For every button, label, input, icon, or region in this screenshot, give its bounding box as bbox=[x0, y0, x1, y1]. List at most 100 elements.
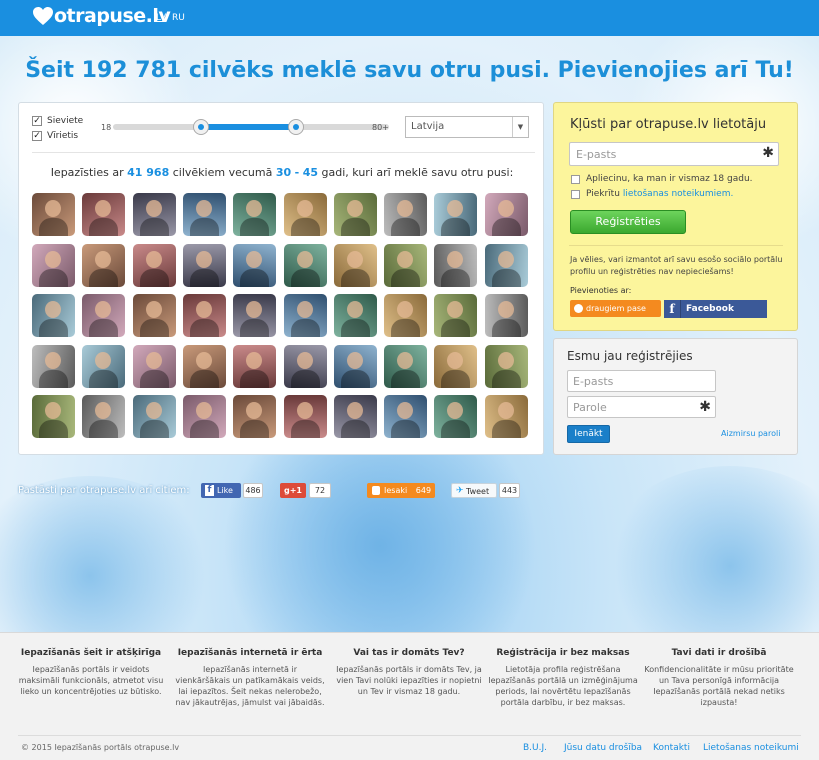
login-password-field[interactable]: Parole ✱ bbox=[567, 396, 716, 418]
profile-photo[interactable] bbox=[233, 395, 277, 438]
facebook-login-button[interactable]: f Facebook bbox=[664, 300, 767, 318]
profile-photo[interactable] bbox=[132, 243, 176, 287]
profile-photo[interactable] bbox=[333, 395, 377, 438]
profile-photo[interactable] bbox=[283, 243, 327, 287]
profile-photo[interactable] bbox=[182, 294, 226, 337]
fb-like-button[interactable]: f Like bbox=[201, 483, 241, 498]
forgot-password-link[interactable]: Aizmirsu paroli bbox=[721, 429, 780, 438]
age-confirm-checkbox[interactable]: Apliecinu, ka man ir vismaz 18 gadu. bbox=[571, 174, 753, 184]
login-box: Esmu jau reģistrējies E-pasts Parole ✱ I… bbox=[553, 338, 798, 455]
profile-photo[interactable] bbox=[484, 243, 528, 287]
profile-photo[interactable] bbox=[233, 243, 277, 287]
terms-link[interactable]: lietošanas noteikumiem. bbox=[623, 189, 733, 199]
footer-link-terms[interactable]: Lietošanas noteikumi bbox=[703, 743, 799, 753]
profile-photo[interactable] bbox=[384, 294, 428, 337]
profile-photo[interactable] bbox=[333, 294, 377, 337]
profile-photo[interactable] bbox=[132, 344, 176, 388]
facebook-label: Facebook bbox=[686, 304, 734, 314]
profile-photo-grid bbox=[32, 193, 532, 441]
login-button[interactable]: Ienākt bbox=[567, 425, 610, 443]
age-max-slider-handle[interactable] bbox=[288, 119, 304, 135]
profile-photo[interactable] bbox=[283, 344, 327, 388]
profile-photo[interactable] bbox=[333, 243, 377, 287]
profile-photo[interactable] bbox=[434, 193, 478, 236]
register-button[interactable]: Reģistrēties bbox=[570, 210, 686, 234]
chevron-down-icon[interactable]: ▼ bbox=[512, 117, 528, 137]
profile-photo[interactable] bbox=[283, 395, 327, 438]
lang-lv-link[interactable]: LV bbox=[156, 13, 166, 23]
footer-link-faq[interactable]: B.U.J. bbox=[523, 743, 547, 753]
login-email-field[interactable]: E-pasts bbox=[567, 370, 716, 392]
profile-photo[interactable] bbox=[233, 193, 277, 236]
checkbox-checked[interactable]: ✓ bbox=[32, 116, 42, 126]
profile-photo[interactable] bbox=[233, 294, 277, 337]
gplus-button[interactable]: g+1 bbox=[280, 483, 306, 498]
profile-photo[interactable] bbox=[182, 395, 226, 438]
profile-photo[interactable] bbox=[32, 193, 75, 236]
profile-photo[interactable] bbox=[32, 294, 75, 337]
draugiem-login-button[interactable]: draugiem pase bbox=[570, 300, 661, 317]
profile-photo[interactable] bbox=[32, 395, 75, 438]
facebook-icon: f bbox=[205, 485, 214, 496]
top-bar: otrapuse.lv LV RU bbox=[0, 0, 819, 36]
profile-photo[interactable] bbox=[434, 344, 478, 388]
draugiem-share-label: Iesaki bbox=[384, 486, 408, 495]
site-logo[interactable]: otrapuse.lv bbox=[33, 5, 171, 27]
profile-photo[interactable] bbox=[434, 243, 478, 287]
profile-photo[interactable] bbox=[82, 243, 126, 287]
page-headline: Šeit 192 781 cilvēks meklē savu otru pus… bbox=[25, 58, 794, 83]
profile-photo[interactable] bbox=[132, 395, 176, 438]
profile-photo[interactable] bbox=[484, 395, 528, 438]
profile-photo[interactable] bbox=[333, 193, 377, 236]
facebook-icon: f bbox=[664, 300, 681, 318]
checkbox-checked[interactable]: ✓ bbox=[32, 131, 42, 141]
lang-ru-link[interactable]: RU bbox=[172, 13, 185, 23]
footer-column: Iepazīšanās internetā ir ērta Iepazīšanā… bbox=[175, 648, 325, 708]
profile-photo[interactable] bbox=[82, 193, 126, 236]
footer-link-contacts[interactable]: Kontakti bbox=[653, 743, 690, 753]
profile-photo[interactable] bbox=[32, 344, 75, 388]
profile-photo[interactable] bbox=[82, 395, 126, 438]
profile-photo[interactable] bbox=[32, 243, 75, 287]
footer-link-privacy[interactable]: Jūsu datu drošība bbox=[564, 743, 642, 753]
tweet-button[interactable]: ✈ Tweet bbox=[451, 483, 497, 498]
checkbox-unchecked[interactable] bbox=[571, 174, 580, 184]
profile-photo[interactable] bbox=[333, 344, 377, 388]
draugiem-share-button[interactable]: Iesaki 649 bbox=[367, 483, 435, 498]
profile-photo[interactable] bbox=[484, 294, 528, 337]
age-min-slider-handle[interactable] bbox=[193, 119, 209, 135]
gender-male-checkbox[interactable]: ✓ Vīrietis bbox=[32, 131, 78, 141]
search-panel: ✓ Sieviete ✓ Vīrietis 18 80+ Latvija ▼ I… bbox=[18, 102, 544, 455]
profile-photo[interactable] bbox=[233, 344, 277, 388]
profile-photo[interactable] bbox=[182, 193, 226, 236]
login-password-placeholder: Parole bbox=[573, 401, 607, 414]
profile-photo[interactable] bbox=[384, 395, 428, 438]
frost-decoration bbox=[600, 466, 819, 632]
footer-column-text: Iepazīšanās portāls ir veidots maksimāli… bbox=[18, 665, 164, 696]
profile-photo[interactable] bbox=[182, 243, 226, 287]
register-email-field[interactable]: E-pasts ✱ bbox=[569, 142, 779, 166]
profile-photo[interactable] bbox=[384, 243, 428, 287]
intro-post: gadi, kuri arī meklē savu otru pusi: bbox=[321, 166, 514, 179]
profile-photo[interactable] bbox=[82, 294, 126, 337]
tweet-count: 443 bbox=[499, 483, 520, 498]
profile-photo[interactable] bbox=[434, 294, 478, 337]
profile-photo[interactable] bbox=[132, 193, 176, 236]
checkbox-unchecked[interactable] bbox=[571, 189, 580, 199]
profile-photo[interactable] bbox=[283, 294, 327, 337]
country-select[interactable]: Latvija ▼ bbox=[405, 116, 529, 138]
profile-photo[interactable] bbox=[182, 344, 226, 388]
gplus-count: 72 bbox=[309, 483, 331, 498]
terms-checkbox[interactable]: Piekrītu lietošanas noteikumiem. bbox=[571, 189, 733, 199]
profile-photo[interactable] bbox=[434, 395, 478, 438]
profile-photo[interactable] bbox=[82, 344, 126, 388]
profile-photo[interactable] bbox=[283, 193, 327, 236]
social-note: Ja vēlies, vari izmantot arī savu esošo … bbox=[570, 255, 783, 276]
gender-female-checkbox[interactable]: ✓ Sieviete bbox=[32, 116, 83, 126]
profile-photo[interactable] bbox=[484, 344, 528, 388]
profile-photo[interactable] bbox=[132, 294, 176, 337]
profile-photo[interactable] bbox=[384, 344, 428, 388]
profile-photo[interactable] bbox=[484, 193, 528, 236]
footer-column: Vai tas ir domāts Tev? Iepazīšanās portā… bbox=[334, 648, 484, 697]
profile-photo[interactable] bbox=[384, 193, 428, 236]
